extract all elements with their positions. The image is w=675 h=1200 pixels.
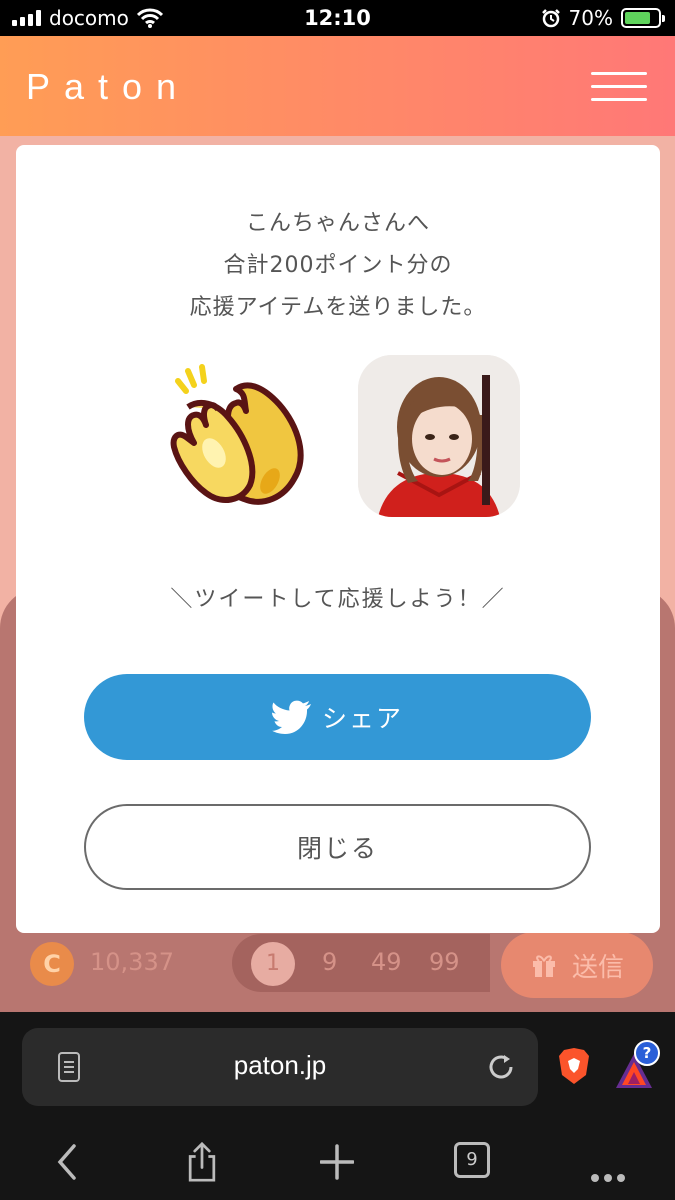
send-label: 送信 xyxy=(571,952,624,983)
new-tab-icon[interactable] xyxy=(320,1142,354,1182)
hamburger-menu-icon[interactable] xyxy=(591,72,647,102)
address-bar[interactable]: paton.jp xyxy=(22,1028,538,1106)
coin-icon: C xyxy=(30,942,74,986)
point-option-selected[interactable]: 1 xyxy=(251,942,295,986)
status-bar: docomo 12:10 70% xyxy=(0,0,675,36)
battery-icon xyxy=(621,8,665,28)
point-option[interactable]: 9 xyxy=(322,948,337,976)
coin-balance: 10,337 xyxy=(90,948,174,976)
reload-icon[interactable] xyxy=(486,1052,516,1082)
close-button[interactable]: 閉じる xyxy=(84,804,591,890)
clapping-hands-icon xyxy=(170,364,304,505)
status-right: 70% xyxy=(541,6,665,30)
more-options-icon[interactable] xyxy=(590,1158,626,1198)
twitter-bird-icon xyxy=(271,700,311,734)
brave-shield-icon[interactable] xyxy=(557,1047,591,1085)
share-icon[interactable] xyxy=(185,1142,219,1182)
twitter-share-button[interactable]: シェア xyxy=(84,674,591,760)
creator-avatar xyxy=(358,355,520,517)
app-header: Paton xyxy=(0,36,675,136)
send-button[interactable]: 送信 xyxy=(501,932,653,998)
tweet-prompt: ＼ツイートして応援しよう！／ xyxy=(170,587,506,612)
browser-toolbar: paton.jp ? 9 xyxy=(0,1012,675,1200)
message-line: こんちゃんさんへ xyxy=(245,211,430,236)
message-line: 応援アイテムを送りました。 xyxy=(189,295,487,320)
share-label: シェア xyxy=(321,704,403,733)
message-line: 合計200ポイント分の xyxy=(223,253,453,278)
gift-icon xyxy=(532,955,555,977)
tabs-button[interactable]: 9 xyxy=(454,1142,490,1178)
point-option[interactable]: 49 xyxy=(371,948,402,976)
alarm-icon xyxy=(541,9,560,28)
paton-logo[interactable]: Paton xyxy=(26,66,190,108)
support-sent-dialog: こんちゃんさんへ 合計200ポイント分の 応援アイテムを送りました。 ＼ツイート… xyxy=(16,145,660,933)
dialog-message: こんちゃんさんへ 合計200ポイント分の 応援アイテムを送りました。 xyxy=(16,203,660,329)
battery-percent: 70% xyxy=(568,6,613,30)
point-option[interactable]: 99 xyxy=(429,948,460,976)
url-text[interactable]: paton.jp xyxy=(22,1050,538,1081)
help-badge[interactable]: ? xyxy=(634,1040,660,1066)
back-icon[interactable] xyxy=(54,1142,80,1182)
